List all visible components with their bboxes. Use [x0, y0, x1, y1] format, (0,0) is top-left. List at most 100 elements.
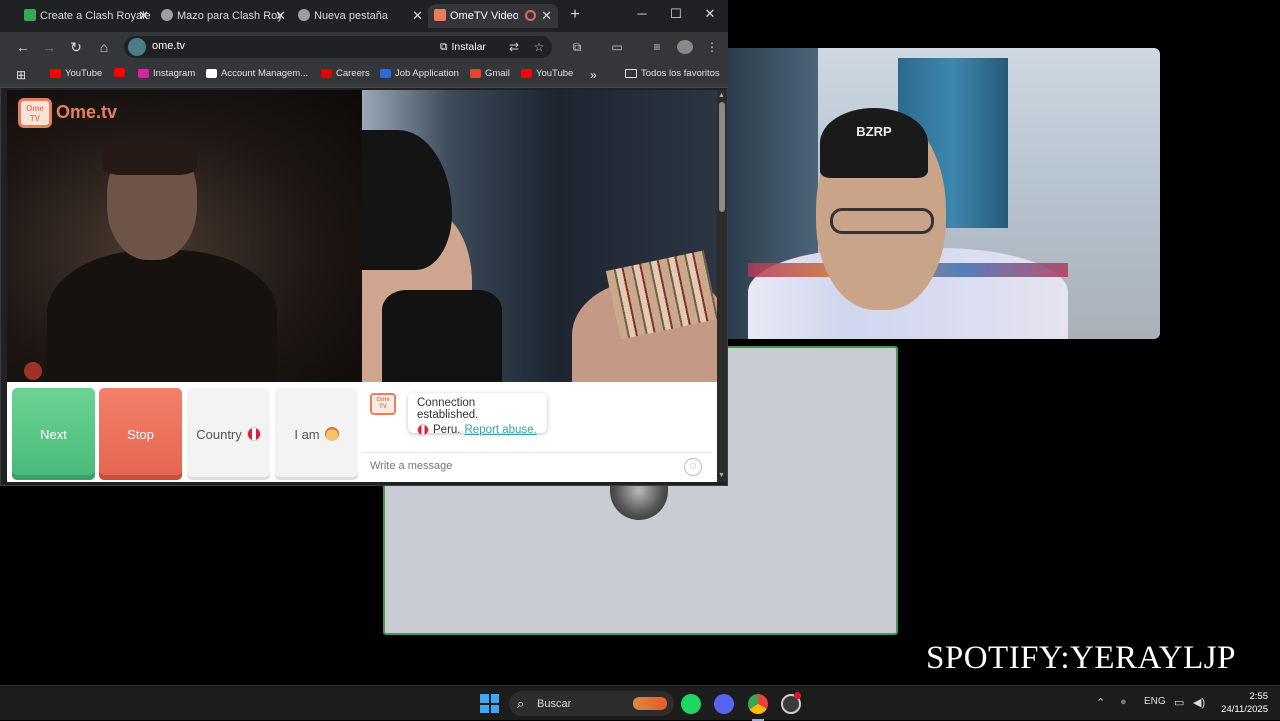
i-am-button[interactable]: I am: [275, 388, 358, 480]
taskbar: ⌕ Buscar ⌃ ● ENG ▭ ◀) 2:55 24/11/2025: [0, 685, 1280, 721]
extensions-icon[interactable]: ⧉: [569, 40, 585, 55]
taskbar-search[interactable]: ⌕ Buscar: [509, 691, 674, 716]
discord-icon[interactable]: [714, 694, 734, 714]
tray-overflow-icon[interactable]: ⌃: [1096, 696, 1105, 709]
message-input[interactable]: [370, 460, 670, 472]
person-body: [47, 250, 277, 382]
bookmark-youtube-2[interactable]: YouTube: [521, 68, 573, 79]
translate-icon[interactable]: ⇄: [506, 40, 522, 54]
peru-flag-icon: [246, 427, 261, 441]
bookmark-gmail[interactable]: Gmail: [470, 68, 510, 79]
bookmark-instagram[interactable]: Instagram: [138, 68, 195, 79]
bookmark-label: Account Managem...: [221, 68, 309, 79]
bookmark-account-management[interactable]: Account Managem...: [206, 68, 308, 79]
bookmark-label: Careers: [336, 68, 370, 79]
all-favorites-folder[interactable]: Todos los favoritos: [625, 68, 720, 79]
reload-icon[interactable]: ↻: [67, 39, 85, 56]
minimize-icon[interactable]: ─: [632, 6, 652, 21]
job-icon: [380, 69, 391, 78]
scroll-up-icon[interactable]: ▲: [718, 92, 725, 99]
emoji-icon[interactable]: ☺: [684, 458, 702, 476]
notification-badge: [794, 692, 801, 699]
microphone-icon[interactable]: ●: [1120, 696, 1127, 708]
i-am-label: I am: [294, 426, 320, 442]
instagram-icon: [138, 69, 149, 78]
spotify-icon[interactable]: [681, 694, 701, 714]
close-icon[interactable]: ✕: [541, 8, 552, 24]
back-icon[interactable]: ←: [14, 39, 32, 55]
account-icon: [206, 69, 217, 78]
cast-icon[interactable]: ▭: [609, 40, 625, 54]
home-icon[interactable]: ⌂: [95, 39, 113, 55]
report-abuse-link[interactable]: Report abuse.: [465, 424, 537, 436]
page-scrollbar[interactable]: ▲ ▼: [717, 90, 727, 482]
install-icon: ⧉: [440, 40, 448, 53]
new-tab-button[interactable]: +: [565, 6, 585, 24]
next-button[interactable]: Next: [12, 388, 95, 480]
menu-icon[interactable]: ⋮: [704, 40, 720, 54]
chrome-icon[interactable]: [748, 694, 768, 714]
ometv-chat-icon: Ome TV: [370, 393, 396, 415]
site-info-icon[interactable]: [128, 38, 146, 56]
webcam-feed: BZRP: [728, 48, 1160, 339]
close-icon[interactable]: ✕: [275, 8, 286, 24]
scroll-down-icon[interactable]: ▼: [718, 472, 725, 479]
language-indicator[interactable]: ENG: [1144, 696, 1166, 707]
tab-title: Mazo para Clash Roy: [177, 10, 283, 22]
country-label: Country: [196, 426, 242, 442]
scroll-thumb[interactable]: [719, 102, 725, 212]
bookmark-careers[interactable]: Careers: [321, 68, 370, 79]
bookmark-star-icon[interactable]: ☆: [531, 40, 547, 54]
bookmarks-bar: ⊞ YouTube Instagram Account Managem... C…: [0, 62, 728, 88]
stop-label: Stop: [127, 426, 154, 442]
maximize-icon[interactable]: ☐: [666, 6, 686, 22]
docs-icon: [24, 9, 36, 21]
youtube-icon: [50, 69, 61, 78]
message-bar: ☺: [362, 452, 712, 480]
bookmark-youtube[interactable]: YouTube: [50, 68, 102, 79]
clock-date: 24/11/2025: [1221, 704, 1268, 715]
search-icon: ⌕: [517, 696, 525, 711]
tab-new[interactable]: Nueva pestaña ✕: [292, 4, 429, 28]
close-icon[interactable]: ✕: [412, 8, 423, 24]
person-hair: [362, 130, 452, 270]
network-icon[interactable]: ▭: [1174, 696, 1184, 709]
address-bar[interactable]: ome.tv: [124, 36, 552, 58]
tab-mazo[interactable]: Mazo para Clash Roy ✕: [155, 4, 292, 28]
youtube-icon: [114, 68, 125, 77]
profile-avatar[interactable]: [677, 40, 693, 54]
forward-icon[interactable]: →: [40, 39, 58, 55]
ometv-favicon-icon: [434, 9, 446, 21]
spotify-caption: SPOTIFY:YERAYLJP: [926, 640, 1236, 676]
bookmark-youtube-icon-only[interactable]: [114, 68, 125, 77]
address-text[interactable]: ome.tv: [152, 40, 185, 52]
apps-grid-icon[interactable]: ⊞: [16, 68, 26, 82]
peru-flag-icon: [417, 424, 429, 436]
recording-icon: [525, 10, 536, 21]
partner-country: Peru.: [433, 424, 461, 436]
ometv-tv-icon: Ome TV: [18, 98, 52, 128]
close-window-icon[interactable]: ✕: [700, 6, 720, 22]
glasses: [830, 208, 934, 234]
stop-button[interactable]: Stop: [99, 388, 182, 480]
tab-title: Create a Clash Royale: [40, 10, 151, 22]
clock[interactable]: 2:55 24/11/2025: [1212, 690, 1268, 716]
bookmark-label: Todos los favoritos: [641, 68, 720, 79]
windows-start-icon[interactable]: [480, 694, 499, 713]
install-button[interactable]: ⧉ Instalar: [440, 38, 486, 56]
tank-top: [382, 290, 502, 382]
tab-title: OmeTV Video Ch: [450, 10, 518, 22]
media-icon[interactable]: ≡: [649, 40, 665, 54]
folder-icon: [625, 69, 637, 78]
boy-emoji-icon: [324, 427, 339, 441]
bookmarks-overflow[interactable]: »: [590, 68, 597, 82]
tab-ometv[interactable]: OmeTV Video Ch ✕: [428, 4, 558, 28]
volume-icon[interactable]: ◀): [1193, 696, 1205, 709]
close-icon[interactable]: ✕: [138, 8, 149, 24]
ometv-wordmark: Ome.tv: [56, 102, 118, 122]
bookmark-label: Gmail: [485, 68, 510, 79]
next-label: Next: [40, 426, 67, 442]
bookmark-job-application[interactable]: Job Application: [380, 68, 459, 79]
tab-create-clash[interactable]: Create a Clash Royale ✕: [18, 4, 155, 28]
country-button[interactable]: Country: [187, 388, 270, 480]
